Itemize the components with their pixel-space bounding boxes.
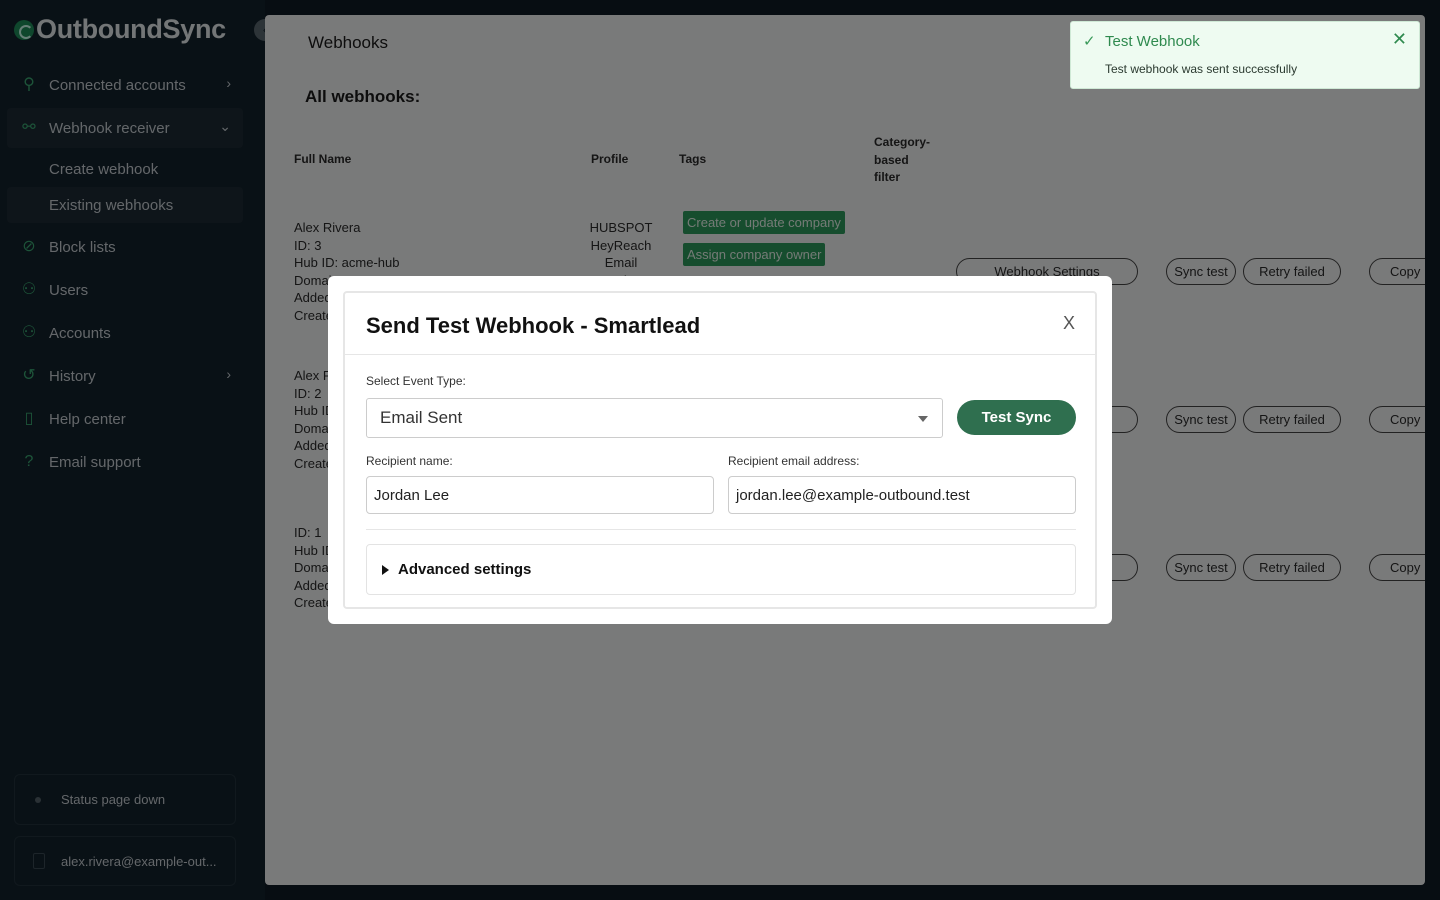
event-type-select[interactable]: Email Sent xyxy=(366,398,943,438)
modal-title: Send Test Webhook - Smartlead xyxy=(366,313,701,338)
event-type-label: Select Event Type: xyxy=(366,374,466,388)
toast-title: Test Webhook xyxy=(1105,33,1200,50)
test-sync-button[interactable]: Test Sync xyxy=(957,400,1076,435)
close-icon[interactable]: ✕ xyxy=(1392,29,1407,50)
recipient-email-label: Recipient email address: xyxy=(728,454,860,468)
toast-message: Test webhook was sent successfully xyxy=(1105,62,1298,76)
success-toast: ✓ Test Webhook Test webhook was sent suc… xyxy=(1070,21,1420,89)
recipient-name-input[interactable]: Jordan Lee xyxy=(366,476,714,514)
divider xyxy=(366,529,1076,530)
recipient-name-label: Recipient name: xyxy=(366,454,453,468)
event-type-value: Email Sent xyxy=(380,408,463,427)
caret-right-icon xyxy=(382,564,389,575)
chevron-down-icon xyxy=(918,416,928,422)
recipient-email-input[interactable]: jordan.lee@example-outbound.test xyxy=(728,476,1076,514)
advanced-settings-label: Advanced settings xyxy=(398,561,532,578)
check-icon: ✓ xyxy=(1083,33,1096,50)
advanced-settings-toggle[interactable]: Advanced settings xyxy=(366,544,1076,595)
close-icon[interactable]: X xyxy=(1063,313,1075,334)
modal-content: Send Test Webhook - Smartlead X Select E… xyxy=(343,291,1097,609)
divider xyxy=(345,354,1095,355)
test-webhook-modal: Send Test Webhook - Smartlead X Select E… xyxy=(328,276,1112,624)
